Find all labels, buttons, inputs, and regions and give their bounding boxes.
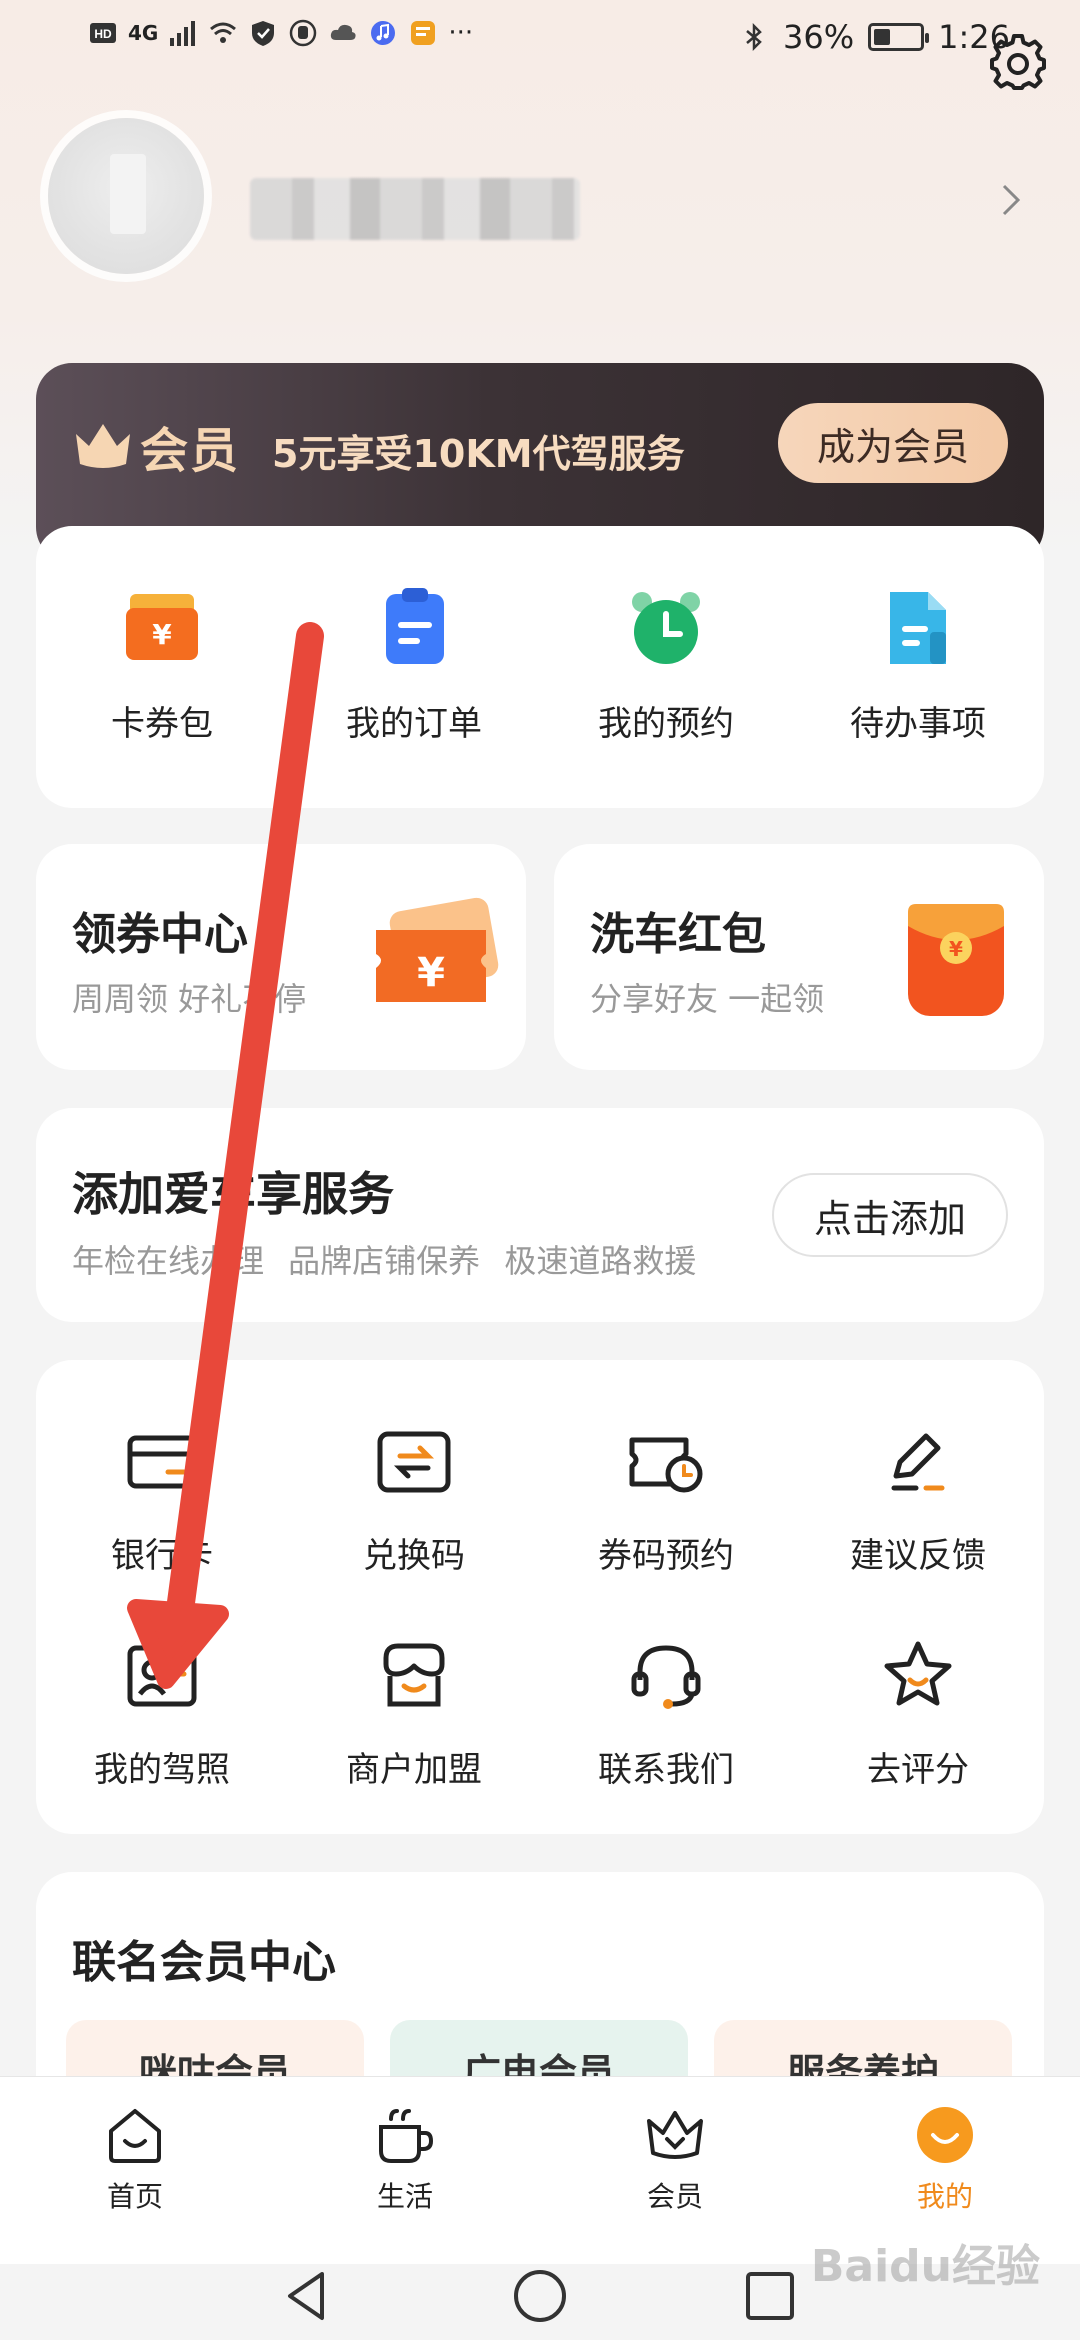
alarm-clock-icon [632, 592, 700, 664]
shield-icon [252, 21, 275, 46]
tool-coupon-booking[interactable]: 券码预约 [540, 1420, 792, 1577]
tool-label: 我的驾照 [94, 1750, 230, 1790]
exchange-code-icon [377, 1431, 451, 1493]
member-description: 5元享受10KM代驾服务 [272, 432, 685, 476]
tool-label: 兑换码 [363, 1536, 465, 1576]
order-list-icon [386, 588, 444, 664]
promo-car-wash[interactable]: 洗车红包 分享好友 一起领 ¥ [554, 844, 1044, 1070]
status-bar: HD 4G ··· 36% 1:26 [0, 0, 1080, 80]
avatar-blur-block [110, 154, 146, 234]
svg-text:HD: HD [94, 27, 112, 41]
cup-icon [379, 2109, 434, 2163]
tab-label: 生活 [376, 2180, 433, 2213]
wifi-icon [210, 22, 237, 43]
shop-icon [383, 1643, 445, 1707]
quick-action-label: 待办事项 [850, 704, 986, 744]
bluetooth-icon [746, 22, 762, 52]
profile-smile-icon [917, 2107, 973, 2163]
tool-label: 券码预约 [598, 1536, 734, 1576]
add-car-button[interactable]: 点击添加 [772, 1173, 1008, 1257]
tool-label: 建议反馈 [850, 1536, 986, 1576]
tab-label: 会员 [646, 2180, 703, 2213]
promo-title: 洗车红包 [590, 909, 766, 960]
crown-icon [76, 424, 130, 468]
car-service-subtitle: 年检在线办理 品牌店铺保养 极速道路救援 [72, 1242, 697, 1280]
recents-square-icon[interactable] [740, 2266, 800, 2326]
more-notifications-icon: ··· [448, 18, 474, 48]
car-service-title: 添加爱车享服务 [72, 1167, 394, 1221]
tool-merchant-join[interactable]: 商户加盟 [288, 1634, 540, 1791]
svg-text:¥: ¥ [949, 937, 963, 961]
music-app-icon [371, 21, 396, 45]
battery-fill [874, 29, 891, 45]
app-notification-icon [411, 21, 436, 45]
network-type: 4G [128, 21, 159, 45]
coupon-ticket-icon: ¥ [376, 897, 499, 1002]
crown-icon [647, 2111, 703, 2159]
tab-mine[interactable]: 我的 [870, 2103, 1020, 2215]
quick-action-todo[interactable]: 待办事项 [792, 586, 1044, 745]
battery-icon [868, 23, 930, 51]
promo-coupon-center[interactable]: 领券中心 周周领 好礼不停 ¥ [36, 844, 526, 1070]
tool-driver-license[interactable]: 我的驾照 [36, 1634, 288, 1791]
tab-home[interactable]: 首页 [60, 2103, 210, 2215]
bank-card-icon [127, 1435, 197, 1489]
car-service-card[interactable]: 添加爱车享服务 年检在线办理 品牌店铺保养 极速道路救援 点击添加 [36, 1108, 1044, 1322]
tab-label: 首页 [106, 2180, 163, 2213]
driver-license-icon [127, 1645, 197, 1707]
promo-subtitle: 周周领 好礼不停 [72, 980, 307, 1018]
become-member-button[interactable]: 成为会员 [778, 403, 1008, 483]
svg-text:¥: ¥ [417, 950, 445, 996]
back-triangle-icon[interactable] [278, 2266, 338, 2326]
tool-label: 联系我们 [598, 1750, 734, 1790]
chevron-right-icon[interactable] [990, 180, 1030, 220]
coupon-booking-icon [629, 1437, 703, 1493]
tab-life[interactable]: 生活 [330, 2103, 480, 2215]
feedback-pen-icon [891, 1433, 945, 1491]
nickname-blurred[interactable] [250, 178, 580, 240]
tool-feedback[interactable]: 建议反馈 [792, 1420, 1044, 1577]
signal-icon [170, 21, 196, 46]
tool-rate[interactable]: 去评分 [792, 1634, 1044, 1791]
svg-text:¥: ¥ [152, 618, 172, 651]
tab-label: 我的 [916, 2180, 973, 2213]
quick-action-label: 我的订单 [346, 704, 482, 744]
member-title: 会员 [140, 423, 241, 479]
tool-contact-us[interactable]: 联系我们 [540, 1634, 792, 1791]
quick-action-label: 卡券包 [111, 704, 213, 744]
todo-doc-icon [890, 592, 946, 664]
status-left: HD 4G ··· [88, 18, 473, 48]
hd-icon: HD [90, 23, 116, 43]
home-circle-icon[interactable] [510, 2266, 570, 2326]
promo-subtitle: 分享好友 一起领 [590, 980, 825, 1018]
star-icon [884, 1641, 952, 1706]
hand-icon [290, 19, 317, 47]
watermark: Baidu经验 [810, 2241, 1040, 2292]
battery-percent: 36% [783, 18, 855, 56]
coupon-wallet-icon: ¥ [126, 594, 198, 660]
tab-member[interactable]: 会员 [600, 2103, 750, 2215]
home-icon [109, 2109, 161, 2163]
quick-action-label: 我的预约 [598, 704, 734, 744]
quick-action-appointments[interactable]: 我的预约 [540, 586, 792, 745]
quick-action-coupon-wallet[interactable]: ¥ 卡券包 [36, 586, 288, 745]
cloud-icon [331, 24, 356, 40]
headset-icon [631, 1645, 701, 1709]
promo-title: 领券中心 [72, 909, 248, 960]
cobrand-title: 联名会员中心 [72, 1937, 336, 1988]
tool-label: 去评分 [867, 1750, 969, 1790]
tool-label: 银行卡 [111, 1536, 213, 1576]
avatar[interactable] [48, 118, 204, 274]
tool-bank-card[interactable]: 银行卡 [36, 1420, 288, 1577]
quick-action-orders[interactable]: 我的订单 [288, 586, 540, 745]
settings-gear-icon[interactable] [986, 30, 1050, 94]
tool-label: 商户加盟 [346, 1750, 482, 1790]
quick-actions-card: ¥ 卡券包 我的订单 我的预约 待办事项 [36, 526, 1044, 808]
tools-card: 银行卡 兑换码 券码预约 建议反馈 我的驾照 商户加盟 联系我们 去评分 [36, 1360, 1044, 1834]
red-envelope-icon: ¥ [908, 904, 1004, 1016]
status-right: 36% 1:26 [739, 18, 1010, 56]
tool-exchange-code[interactable]: 兑换码 [288, 1420, 540, 1577]
